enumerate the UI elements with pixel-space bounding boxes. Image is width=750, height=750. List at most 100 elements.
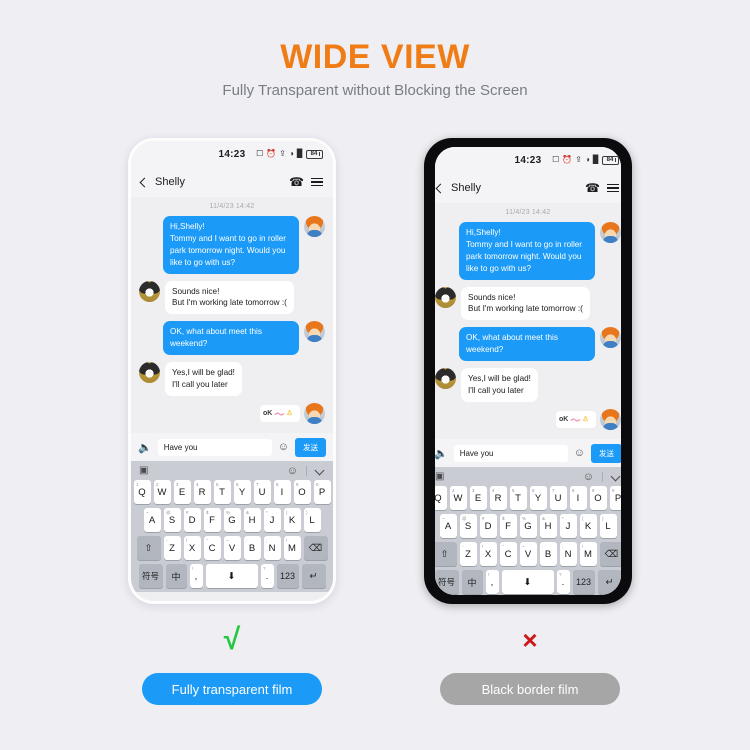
- key[interactable]: # D: [183, 508, 201, 532]
- symbols-key[interactable]: 符号: [138, 564, 163, 588]
- key[interactable]: ) L: [599, 514, 617, 538]
- backspace-key[interactable]: ⌫: [303, 536, 328, 560]
- key[interactable]: ! M: [579, 542, 597, 566]
- avatar: [139, 280, 160, 302]
- back-chevron-icon[interactable]: [139, 177, 150, 187]
- sticker-panel-icon[interactable]: ▣: [435, 471, 444, 482]
- key[interactable]: / X: [183, 536, 201, 560]
- key[interactable]: 3E: [469, 486, 487, 510]
- hamburger-menu-icon[interactable]: [311, 177, 323, 187]
- send-button[interactable]: 发送: [591, 443, 621, 463]
- key[interactable]: * J: [559, 514, 577, 538]
- key[interactable]: % G: [519, 514, 537, 538]
- enter-key[interactable]: ↵: [301, 564, 326, 588]
- key[interactable]: & H: [539, 514, 557, 538]
- key[interactable]: ; N: [263, 536, 281, 560]
- ok-sticker: oK 〜 ♙: [260, 404, 300, 422]
- key[interactable]: $ F: [203, 508, 221, 532]
- key[interactable]: ) L: [303, 508, 321, 532]
- sticker-panel-icon[interactable]: ▣: [139, 465, 148, 476]
- key[interactable]: 6Y: [529, 486, 547, 510]
- comma-key[interactable]: !,: [189, 564, 203, 588]
- message-input[interactable]: Have you: [453, 444, 568, 462]
- key[interactable]: $ F: [499, 514, 517, 538]
- key[interactable]: ; N: [559, 542, 577, 566]
- key[interactable]: 9O: [293, 480, 311, 504]
- key[interactable]: * J: [263, 508, 281, 532]
- key[interactable]: ~ A: [439, 514, 457, 538]
- key[interactable]: " C: [499, 542, 517, 566]
- phone-call-icon[interactable]: ☎: [585, 181, 600, 195]
- phone-call-icon[interactable]: ☎: [289, 175, 304, 189]
- key[interactable]: & H: [243, 508, 261, 532]
- key[interactable]: 0P: [609, 486, 621, 510]
- key[interactable]: # D: [479, 514, 497, 538]
- keyboard-emoji-icon[interactable]: ☺: [287, 465, 298, 477]
- key[interactable]: 9O: [589, 486, 607, 510]
- wifi-icon: ◑: [289, 149, 294, 158]
- sticker-row: oK 〜 ♙: [435, 408, 621, 430]
- key[interactable]: ~ A: [143, 508, 161, 532]
- symbols-key[interactable]: 符号: [435, 570, 459, 594]
- key[interactable]: (K: [283, 508, 301, 532]
- numbers-key[interactable]: 123: [276, 564, 299, 588]
- enter-key[interactable]: ↵: [597, 570, 621, 594]
- space-key[interactable]: ⬇: [205, 564, 258, 588]
- message-input[interactable]: Have you: [157, 438, 272, 456]
- chevron-down-icon[interactable]: [610, 471, 621, 482]
- key[interactable]: 2W: [449, 486, 467, 510]
- keyboard-emoji-icon[interactable]: ☺: [583, 471, 594, 483]
- back-chevron-icon[interactable]: [435, 183, 446, 193]
- key[interactable]: -Z: [459, 542, 477, 566]
- numbers-key[interactable]: 123: [572, 570, 595, 594]
- alarm-icon: ⏰: [266, 149, 277, 158]
- phone-shell-white: 14:23 ☐ ⏰ ⇪ ◑ ▉ 84 Shelly ☎ 11/4/23 14:4…: [128, 138, 336, 604]
- emoji-icon[interactable]: ☺: [574, 447, 585, 459]
- key[interactable]: 4R: [193, 480, 211, 504]
- period-key[interactable]: ?.: [260, 564, 274, 588]
- key[interactable]: 2W: [153, 480, 171, 504]
- comma-key[interactable]: !,: [485, 570, 499, 594]
- hamburger-menu-icon[interactable]: [607, 183, 619, 193]
- key[interactable]: ~ V: [519, 542, 537, 566]
- key[interactable]: 7U: [549, 486, 567, 510]
- avatar: [600, 222, 621, 243]
- language-key[interactable]: 中: [461, 570, 483, 594]
- key[interactable]: 1Q: [435, 486, 447, 510]
- key[interactable]: @ S: [163, 508, 181, 532]
- key[interactable]: 4R: [489, 486, 507, 510]
- key[interactable]: % G: [223, 508, 241, 532]
- key[interactable]: ~ V: [223, 536, 241, 560]
- key[interactable]: 3E: [173, 480, 191, 504]
- key[interactable]: 5T: [213, 480, 231, 504]
- chevron-down-icon[interactable]: [314, 465, 325, 476]
- key[interactable]: 1Q: [133, 480, 151, 504]
- phone-shell-black: 14:23 ☐ ⏰ ⇪ ◑ ▉ 84 Shelly ☎ 11/4/23 14:4…: [424, 138, 632, 604]
- period-key[interactable]: ?.: [556, 570, 570, 594]
- chat-thread: 11/4/23 14:42 Hi,Shelly! Tommy and I want…: [131, 197, 333, 433]
- shift-key[interactable]: ⇧: [136, 536, 161, 560]
- key[interactable]: 7U: [253, 480, 271, 504]
- key[interactable]: @ S: [459, 514, 477, 538]
- microphone-icon[interactable]: 🔈: [435, 447, 448, 460]
- key[interactable]: 8I: [273, 480, 291, 504]
- key[interactable]: " C: [203, 536, 221, 560]
- key[interactable]: -Z: [163, 536, 181, 560]
- key[interactable]: ! M: [283, 536, 301, 560]
- emoji-icon[interactable]: ☺: [278, 441, 289, 453]
- key[interactable]: 6Y: [233, 480, 251, 504]
- key[interactable]: 8I: [569, 486, 587, 510]
- key[interactable]: :B: [243, 536, 261, 560]
- space-key[interactable]: ⬇: [501, 570, 554, 594]
- backspace-key[interactable]: ⌫: [599, 542, 621, 566]
- shift-key[interactable]: ⇧: [435, 542, 457, 566]
- key[interactable]: 5T: [509, 486, 527, 510]
- cross-mark-icon: ×: [522, 625, 538, 655]
- microphone-icon[interactable]: 🔈: [138, 441, 152, 454]
- key[interactable]: / X: [479, 542, 497, 566]
- send-button[interactable]: 发送: [295, 437, 326, 457]
- key[interactable]: (K: [579, 514, 597, 538]
- key[interactable]: 0P: [313, 480, 331, 504]
- key[interactable]: :B: [539, 542, 557, 566]
- language-key[interactable]: 中: [165, 564, 187, 588]
